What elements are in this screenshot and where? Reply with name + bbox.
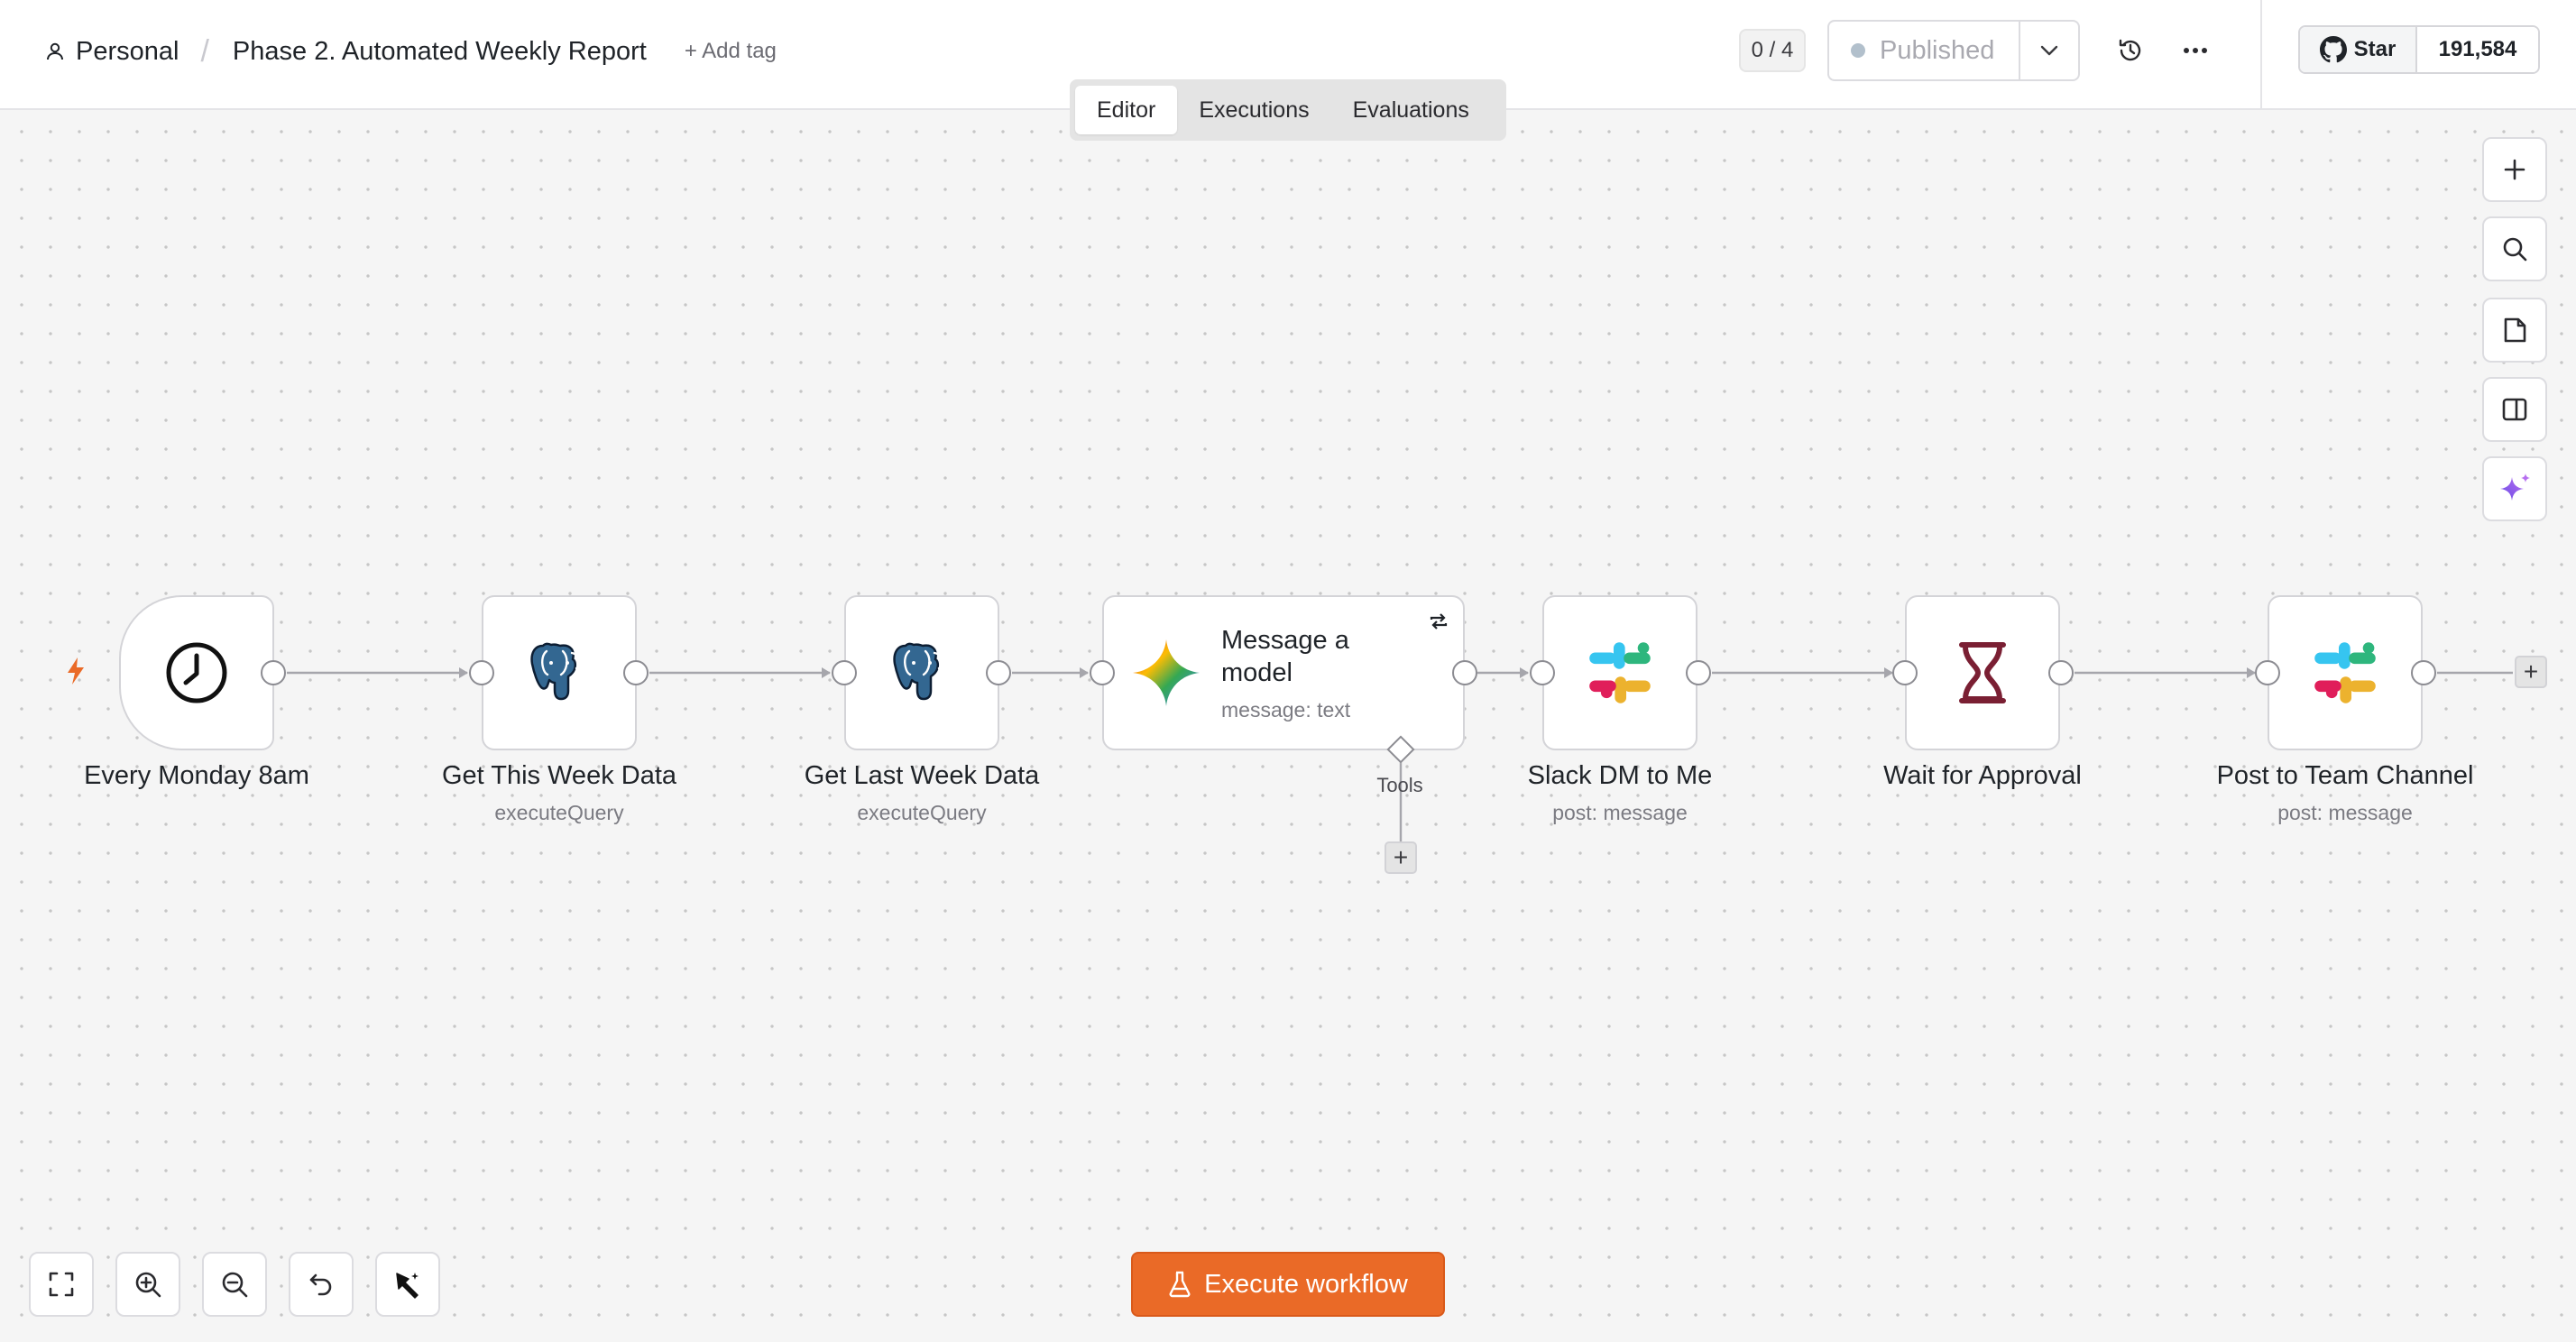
- trigger-bolt-icon: [68, 657, 84, 685]
- sticky-note-icon: [2504, 317, 2526, 343]
- input-port[interactable]: [1090, 660, 1115, 685]
- output-port[interactable]: [2048, 660, 2074, 685]
- execute-workflow-label: Execute workflow: [1204, 1269, 1408, 1299]
- tidy-up-button[interactable]: [375, 1252, 440, 1317]
- github-icon: [2319, 36, 2347, 63]
- clock-icon: [166, 642, 227, 703]
- input-port[interactable]: [2255, 660, 2280, 685]
- publish-dropdown-button[interactable]: [2019, 22, 2078, 79]
- input-port[interactable]: [1892, 660, 1918, 685]
- ai-assistant-button[interactable]: [2482, 456, 2547, 521]
- workflow-title[interactable]: Phase 2. Automated Weekly Report: [233, 37, 647, 67]
- breadcrumb-project[interactable]: Personal: [76, 37, 179, 67]
- add-sticky-note-button[interactable]: [2482, 298, 2547, 363]
- output-port[interactable]: [2411, 660, 2436, 685]
- publish-control: Published: [1827, 20, 2080, 81]
- more-options-button[interactable]: [2177, 32, 2213, 69]
- postgres-icon: [530, 642, 582, 701]
- gemini-icon: [1133, 639, 1200, 706]
- undo-button[interactable]: [289, 1252, 354, 1317]
- header-divider: [2260, 0, 2262, 110]
- flask-icon: [1169, 1271, 1191, 1298]
- output-port[interactable]: [623, 660, 649, 685]
- breadcrumb-separator: /: [200, 33, 209, 69]
- postgres-icon: [893, 642, 944, 701]
- add-node-button[interactable]: [2482, 137, 2547, 202]
- node-post-to-team-channel[interactable]: [2268, 595, 2423, 750]
- node-message-a-model[interactable]: Message a model message: text: [1102, 595, 1465, 750]
- ai-sparkle-icon: [2500, 473, 2530, 501]
- add-tag-button[interactable]: + Add tag: [685, 39, 777, 64]
- node-title: Post to Team Channel: [2216, 761, 2474, 790]
- person-icon: [45, 41, 65, 61]
- history-button[interactable]: [2112, 32, 2148, 69]
- zoom-in-icon: [135, 1272, 161, 1298]
- node-title: Get Last Week Data: [804, 761, 1040, 790]
- output-port[interactable]: [1686, 660, 1711, 685]
- fit-view-button[interactable]: [29, 1252, 94, 1317]
- node-title: Wait for Approval: [1883, 761, 2082, 790]
- node-get-this-week-data[interactable]: [482, 595, 637, 750]
- tab-editor[interactable]: Editor: [1075, 86, 1178, 134]
- publish-button[interactable]: Published: [1829, 22, 2019, 79]
- node-title: Message a model: [1221, 625, 1349, 687]
- fit-view-icon: [49, 1272, 74, 1297]
- view-tabs: Editor Executions Evaluations: [1070, 79, 1506, 141]
- node-title: Get This Week Data: [441, 761, 677, 790]
- execute-workflow-button[interactable]: Execute workflow: [1131, 1252, 1445, 1317]
- tab-executions[interactable]: Executions: [1177, 86, 1330, 134]
- collaboration-counter[interactable]: 0 / 4: [1739, 29, 1806, 72]
- node-subtitle: message: text: [1221, 697, 1351, 722]
- search-icon: [2503, 237, 2527, 262]
- node-slack-dm-to-me[interactable]: [1542, 595, 1697, 750]
- toggle-panel-button[interactable]: [2482, 377, 2547, 442]
- zoom-out-icon: [222, 1272, 248, 1298]
- chevron-down-icon: [2040, 45, 2058, 56]
- status-dot-icon: [1851, 43, 1865, 58]
- node-subtitle: post: message: [2277, 801, 2413, 824]
- search-nodes-button[interactable]: [2482, 216, 2547, 281]
- slack-icon: [2314, 642, 2376, 703]
- publish-label: Published: [1880, 35, 1995, 65]
- zoom-out-button[interactable]: [202, 1252, 267, 1317]
- node-get-last-week-data[interactable]: [844, 595, 999, 750]
- slack-icon: [1589, 642, 1651, 703]
- add-tool-button[interactable]: +: [1385, 841, 1417, 874]
- plus-icon: [2504, 159, 2525, 180]
- node-title: Every Monday 8am: [84, 761, 309, 790]
- add-next-node-button[interactable]: +: [2515, 656, 2547, 688]
- node-wait-for-approval[interactable]: [1905, 595, 2060, 750]
- retry-loop-icon: [1430, 613, 1448, 630]
- github-star-widget[interactable]: Star 191,584: [2298, 25, 2540, 74]
- github-star-button[interactable]: Star: [2300, 27, 2417, 72]
- node-every-monday[interactable]: [119, 595, 274, 750]
- node-text: Message a model message: text: [1221, 624, 1402, 722]
- breadcrumb: Personal / Phase 2. Automated Weekly Rep…: [45, 0, 777, 103]
- node-subtitle: executeQuery: [857, 801, 987, 824]
- zoom-in-button[interactable]: [115, 1252, 180, 1317]
- tab-evaluations[interactable]: Evaluations: [1331, 86, 1491, 134]
- undo-icon: [309, 1273, 332, 1296]
- history-icon: [2119, 39, 2141, 61]
- tools-label: Tools: [1376, 774, 1423, 796]
- hourglass-icon: [1959, 642, 2006, 703]
- github-star-label: Star: [2353, 37, 2397, 61]
- more-horizontal-icon: [2184, 48, 2207, 53]
- input-port[interactable]: [469, 660, 494, 685]
- node-subtitle: executeQuery: [494, 801, 624, 824]
- output-port[interactable]: [261, 660, 286, 685]
- node-subtitle: post: message: [1552, 801, 1688, 824]
- input-port[interactable]: [1530, 660, 1555, 685]
- panel-icon: [2502, 398, 2527, 421]
- tidy-up-icon: [396, 1273, 419, 1299]
- output-port[interactable]: [1452, 660, 1477, 685]
- github-star-count[interactable]: 191,584: [2417, 27, 2538, 72]
- output-port[interactable]: [986, 660, 1011, 685]
- input-port[interactable]: [832, 660, 857, 685]
- node-title: Slack DM to Me: [1527, 761, 1713, 790]
